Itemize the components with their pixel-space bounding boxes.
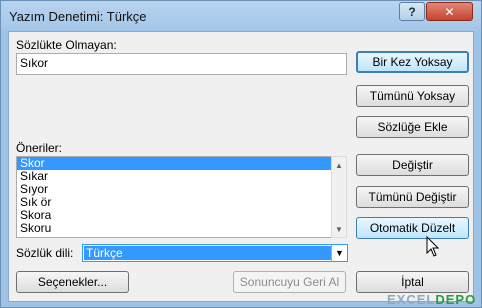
- list-item[interactable]: Skoru: [17, 222, 338, 235]
- help-button[interactable]: ?: [399, 2, 425, 21]
- chevron-down-icon[interactable]: ▼: [331, 245, 347, 261]
- window-title: Yazım Denetimi: Türkçe: [9, 9, 147, 24]
- mouse-pointer-icon: [426, 236, 440, 257]
- watermark-prefix: EXCEL: [387, 292, 436, 307]
- list-item[interactable]: Skor: [17, 157, 338, 170]
- undo-last-button[interactable]: Sonuncuyu Geri Al: [233, 271, 346, 293]
- help-icon: ?: [408, 4, 416, 19]
- dictionary-language-label: Sözlük dili:: [16, 246, 74, 260]
- list-item[interactable]: Skora: [17, 209, 338, 222]
- close-button[interactable]: ✕: [426, 2, 473, 21]
- cancel-button[interactable]: İptal: [356, 271, 469, 293]
- ignore-all-button[interactable]: Tümünü Yoksay: [356, 85, 469, 107]
- dictionary-language-value: Türkçe: [84, 246, 331, 260]
- list-item[interactable]: Sıyor: [17, 183, 338, 196]
- add-to-dictionary-button[interactable]: Sözlüğe Ekle: [356, 116, 469, 138]
- suggestions-label: Öneriler:: [16, 141, 63, 155]
- change-all-button[interactable]: Tümünü Değiştir: [356, 186, 469, 208]
- close-icon: ✕: [444, 4, 455, 19]
- suggestions-scrollbar[interactable]: ▲ ▼: [331, 156, 347, 238]
- list-item[interactable]: Sık ör: [17, 196, 338, 209]
- ignore-once-button[interactable]: Bir Kez Yoksay: [356, 51, 469, 73]
- not-in-dictionary-field[interactable]: Sıkor: [16, 53, 347, 75]
- dialog-body: Sözlükte Olmayan: Sıkor Öneriler: Skor S…: [8, 31, 474, 302]
- autocorrect-button[interactable]: Otomatik Düzelt: [356, 217, 469, 239]
- title-bar[interactable]: Yazım Denetimi: Türkçe ? ✕: [1, 1, 481, 31]
- watermark-suffix: DEPO: [435, 292, 477, 307]
- scroll-up-icon[interactable]: ▲: [332, 157, 346, 173]
- list-item[interactable]: Sıkar: [17, 170, 338, 183]
- dictionary-language-select[interactable]: Türkçe ▼: [82, 244, 348, 262]
- spelling-dialog: Yazım Denetimi: Türkçe ? ✕ Sözlükte Olma…: [0, 0, 482, 308]
- options-button[interactable]: Seçenekler...: [16, 271, 129, 293]
- suggestions-list[interactable]: Skor Sıkar Sıyor Sık ör Skora Skoru: [16, 156, 339, 238]
- watermark: EXCELDEPO: [387, 292, 476, 307]
- not-in-dictionary-value: Sıkor: [20, 56, 49, 70]
- change-button[interactable]: Değiştir: [356, 154, 469, 176]
- not-in-dictionary-label: Sözlükte Olmayan:: [16, 38, 117, 52]
- scroll-down-icon[interactable]: ▼: [332, 221, 346, 237]
